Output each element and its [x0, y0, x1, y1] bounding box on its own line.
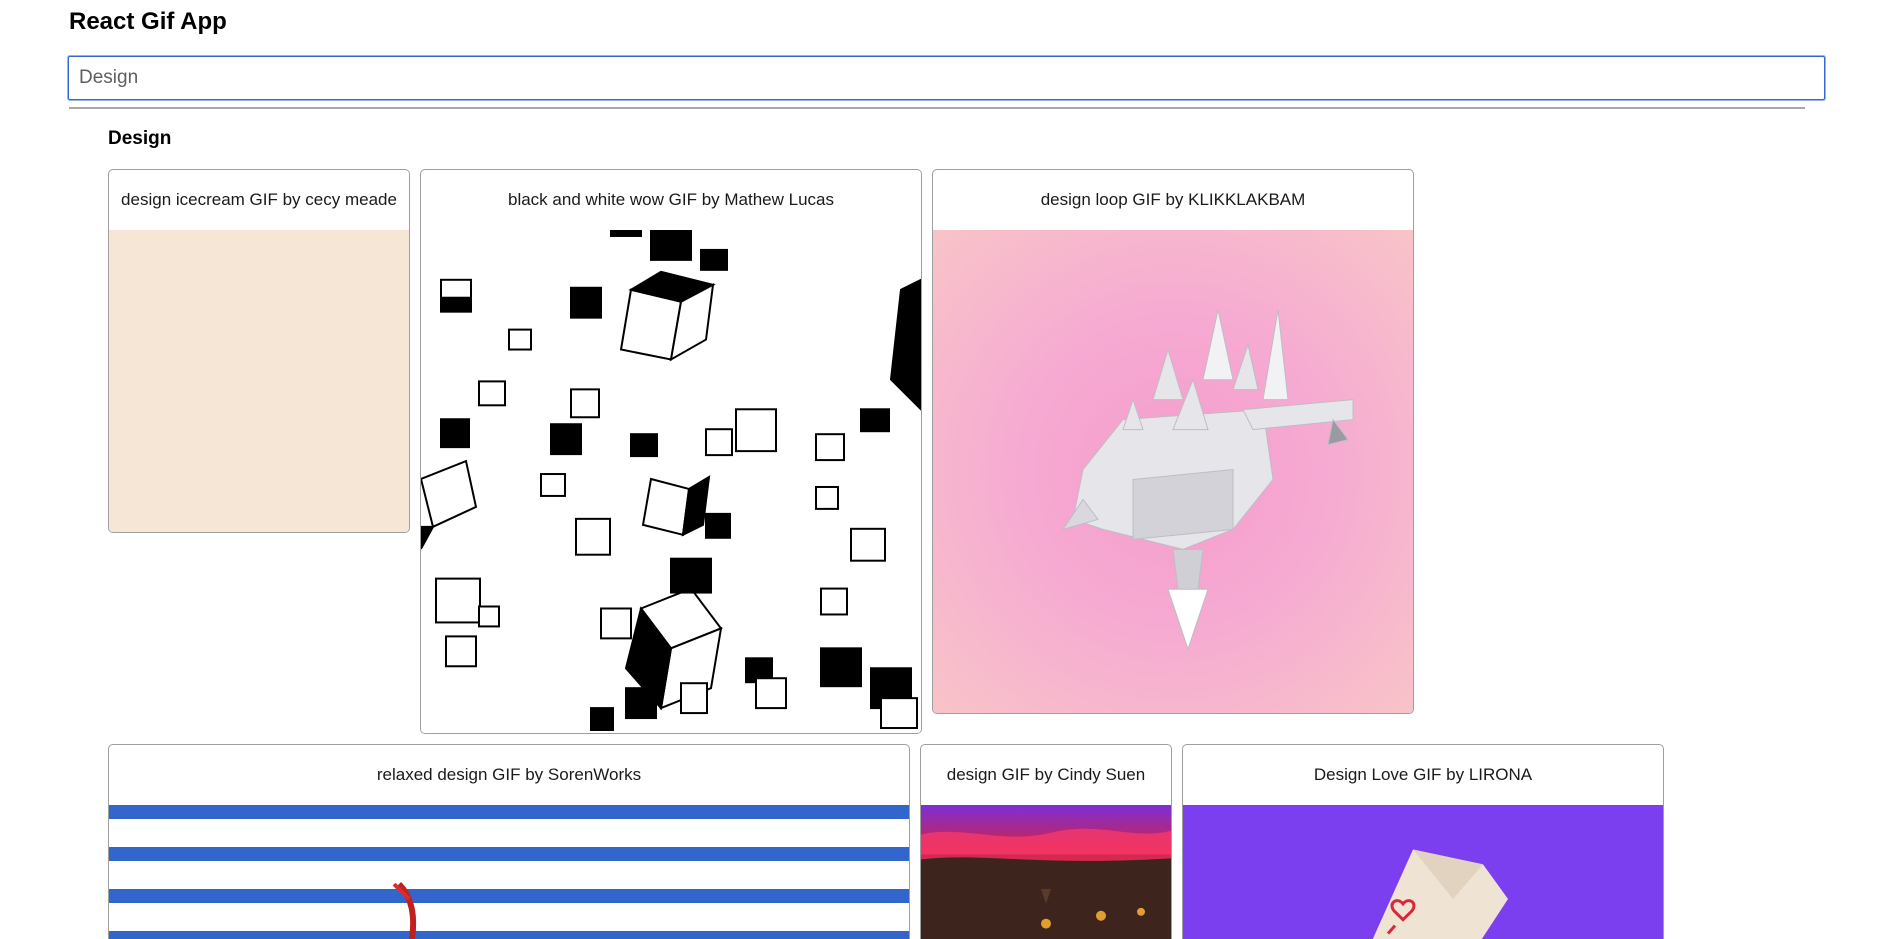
stripes-illustration [392, 882, 417, 939]
gif-image[interactable] [421, 230, 921, 733]
gif-image[interactable] [921, 805, 1171, 939]
gif-card[interactable]: Design Love GIF by LIRONA [1182, 744, 1664, 939]
category-title: Design [108, 128, 172, 149]
gif-image[interactable] [1183, 805, 1663, 939]
gif-card-title: Design Love GIF by LIRONA [1313, 765, 1533, 784]
gif-card-title: relaxed design GIF by SorenWorks [376, 765, 642, 784]
gif-image[interactable] [933, 230, 1413, 713]
gif-card-title: black and white wow GIF by Mathew Lucas [508, 190, 834, 209]
app-root: React Gif App Design design icecream GIF… [0, 0, 1879, 939]
app-title: React Gif App [69, 8, 227, 35]
gif-card-title: design icecream GIF by cecy meade [121, 190, 397, 209]
gif-card[interactable]: design loop GIF by KLIKKLAKBAM [932, 169, 1414, 714]
floating-castle-illustration [1061, 309, 1354, 651]
gif-image[interactable] [109, 230, 409, 532]
divider [69, 107, 1805, 109]
landscape-illustration [921, 828, 1171, 939]
gif-card-title: design loop GIF by KLIKKLAKBAM [1040, 190, 1306, 209]
gif-image[interactable] [109, 805, 909, 939]
envelope-illustration [1372, 849, 1508, 939]
cubes-illustration [421, 230, 921, 732]
gif-card[interactable]: design GIF by Cindy Suen [920, 744, 1172, 939]
search-input[interactable] [68, 56, 1825, 100]
gif-card[interactable]: relaxed design GIF by SorenWorks [108, 744, 910, 939]
gif-card-title: design GIF by Cindy Suen [946, 765, 1146, 784]
gif-card[interactable]: black and white wow GIF by Mathew Lucas [420, 169, 922, 734]
gif-card[interactable]: design icecream GIF by cecy meade [108, 169, 410, 533]
